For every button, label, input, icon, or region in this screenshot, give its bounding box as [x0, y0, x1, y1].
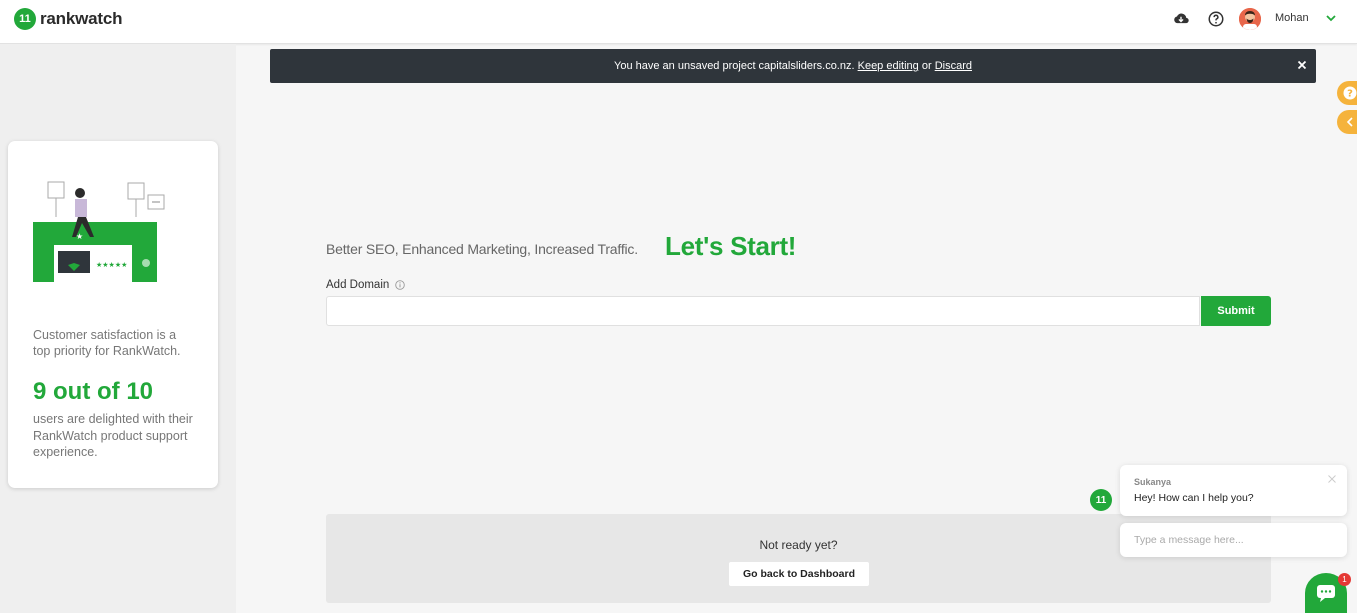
chat-unread-badge: 1: [1338, 573, 1351, 586]
chat-message-bubble[interactable]: Sukanya Hey! How can I help you?: [1120, 465, 1347, 516]
chat-message-input[interactable]: [1120, 523, 1347, 557]
cloud-download-icon[interactable]: [1172, 10, 1190, 28]
question-icon: ?: [1343, 86, 1357, 100]
chat-agent-name: Sukanya: [1134, 477, 1172, 487]
svg-text:★: ★: [76, 232, 83, 241]
logo-text: rankwatch: [40, 9, 123, 28]
help-side-tab[interactable]: ?: [1337, 81, 1357, 105]
top-bar: 11 rankwatch Mohan: [0, 0, 1357, 44]
logo-mark-icon: 11: [14, 8, 36, 30]
help-circle-icon[interactable]: [1207, 10, 1225, 28]
close-icon[interactable]: [1327, 474, 1337, 484]
info-icon[interactable]: [395, 280, 405, 290]
chat-icon: [1317, 585, 1335, 602]
notice-or: or: [921, 60, 932, 72]
tagline: Better SEO, Enhanced Marketing, Increase…: [326, 241, 638, 257]
username[interactable]: Mohan: [1275, 12, 1309, 24]
avatar[interactable]: [1239, 8, 1261, 30]
promo-highlight: 9 out of 10: [33, 378, 154, 405]
promo-card: ★★★★★ ★ Customer satisfaction is a top p…: [8, 141, 218, 488]
go-back-dashboard-button[interactable]: Go back to Dashboard: [729, 562, 869, 586]
chevron-left-icon: [1346, 117, 1353, 127]
keep-editing-link[interactable]: Keep editing: [858, 60, 919, 72]
promo-text-outro: users are delighted with their RankWatch…: [33, 412, 193, 459]
collapse-side-tab[interactable]: [1337, 110, 1357, 134]
chevron-down-icon[interactable]: [1325, 12, 1337, 24]
close-icon[interactable]: [1294, 57, 1310, 73]
svg-text:?: ?: [1347, 89, 1353, 100]
notice-message: You have an unsaved project capitalslide…: [614, 60, 855, 72]
svg-text:★★★★★: ★★★★★: [96, 261, 127, 269]
submit-button[interactable]: Submit: [1201, 296, 1271, 326]
domain-input[interactable]: [326, 296, 1200, 326]
chat-message: Hey! How can I help you?: [1134, 492, 1254, 504]
discard-link[interactable]: Discard: [935, 60, 972, 72]
avatar-illustration-icon: [1239, 8, 1261, 30]
add-domain-label: Add Domain: [326, 279, 390, 291]
rankwatch-logo[interactable]: 11 rankwatch: [14, 8, 122, 30]
customer-satisfaction-illustration: ★★★★★ ★: [33, 181, 165, 282]
headline: Let's Start!: [665, 231, 797, 261]
chat-agent-logo-icon: 11: [1090, 489, 1112, 511]
promo-text-intro: Customer satisfaction is a top priority …: [33, 328, 181, 358]
unsaved-project-notice: You have an unsaved project capitalslide…: [270, 49, 1316, 83]
notice-line: You have an unsaved project capitalslide…: [270, 60, 1316, 72]
